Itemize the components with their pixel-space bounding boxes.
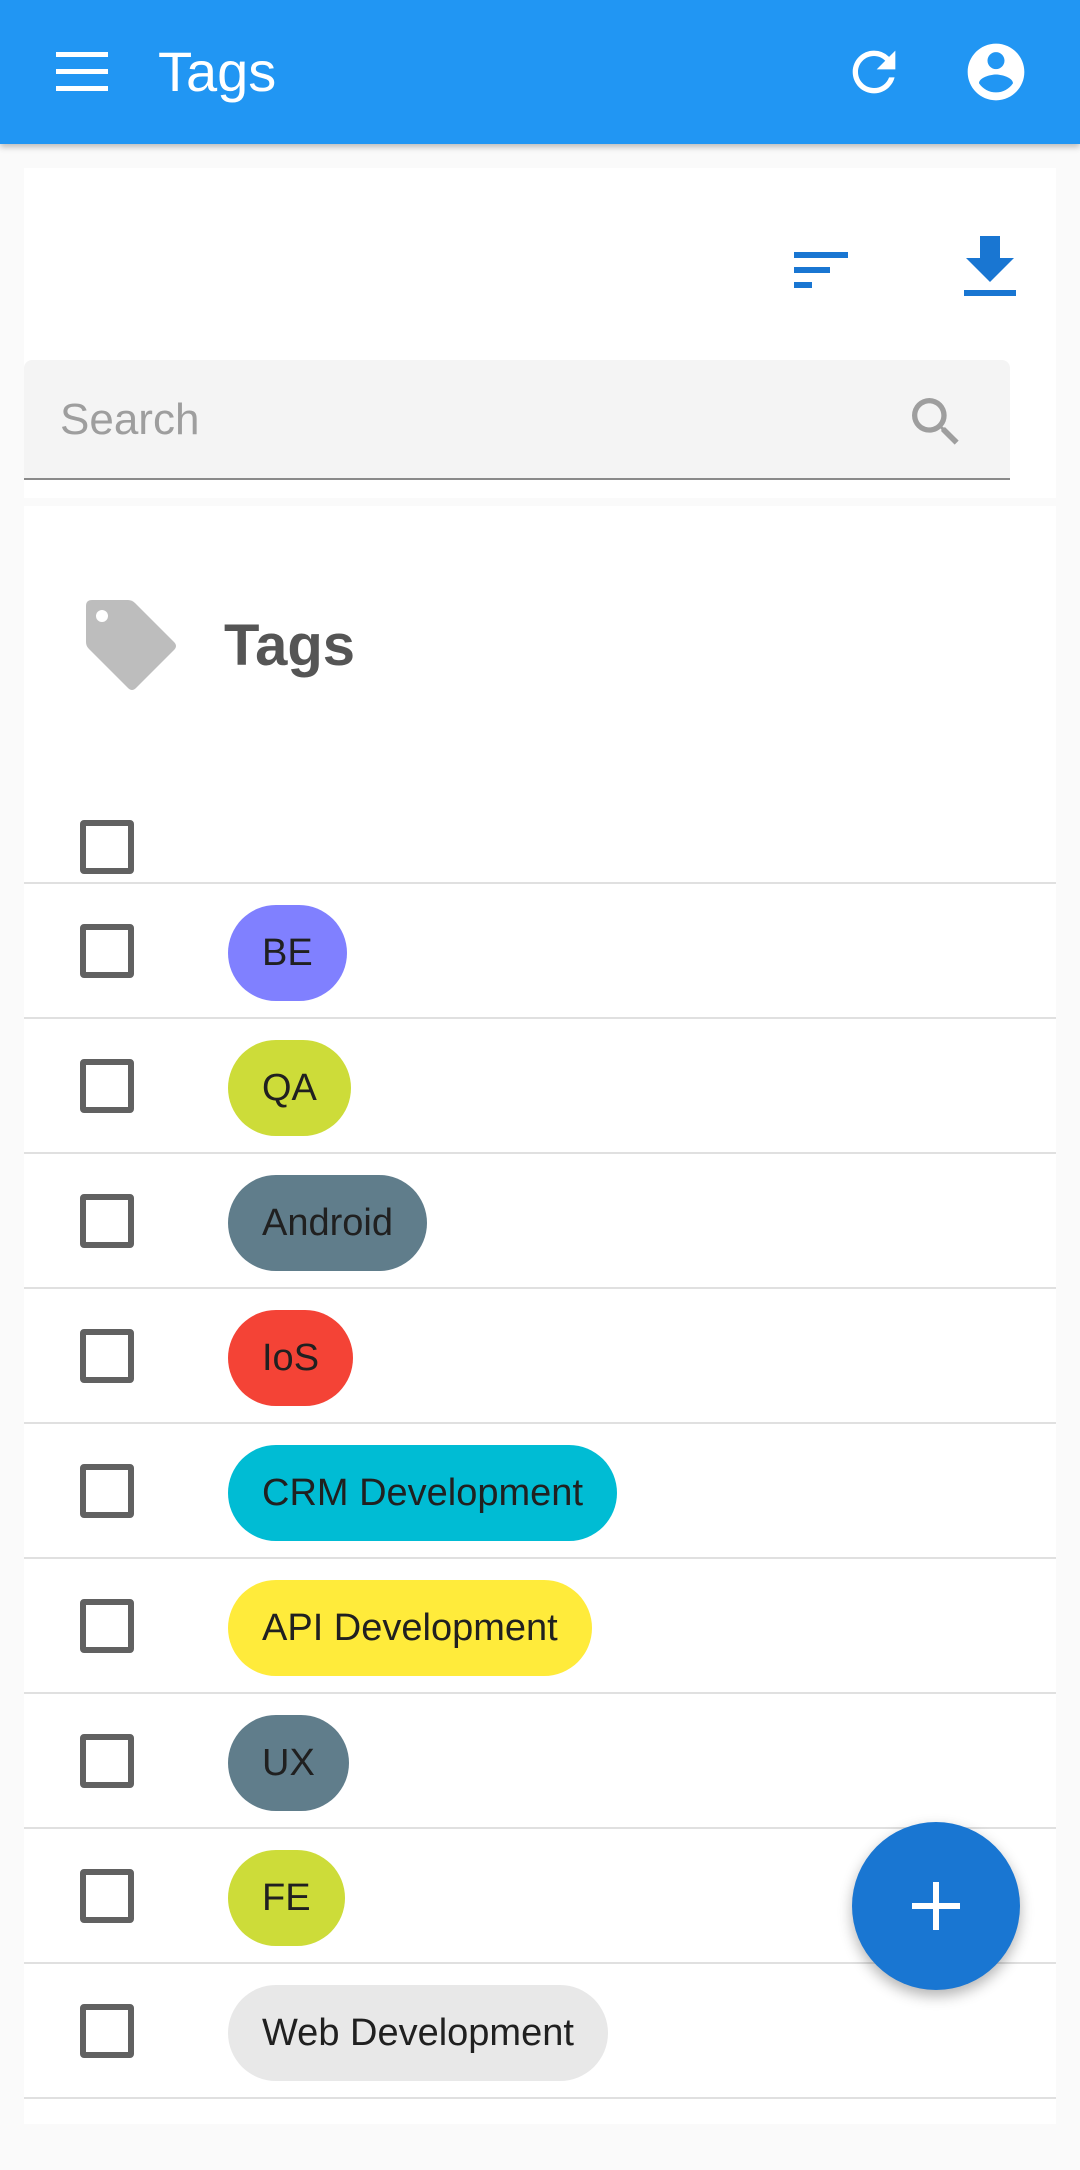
list-title: Tags (224, 613, 356, 678)
tag-chip[interactable]: BE (228, 905, 347, 1001)
table-row[interactable]: IoS (24, 1289, 1056, 1424)
row-checkbox[interactable] (80, 1869, 134, 1923)
download-icon[interactable] (958, 234, 1022, 300)
tag-chip[interactable]: Android (228, 1175, 427, 1271)
select-all-checkbox[interactable] (80, 820, 134, 874)
tag-chip[interactable]: QA (228, 1040, 351, 1136)
table-row[interactable]: UX (24, 1694, 1056, 1829)
tag-icon (80, 598, 180, 698)
row-checkbox[interactable] (80, 1194, 134, 1248)
table-row[interactable]: API Development (24, 1559, 1056, 1694)
row-checkbox[interactable] (80, 1734, 134, 1788)
select-all-row (24, 756, 1056, 884)
search-input[interactable] (60, 382, 880, 458)
refresh-icon[interactable] (842, 40, 906, 104)
menu-icon[interactable] (52, 48, 112, 96)
add-tag-button[interactable] (852, 1822, 1020, 1990)
tag-chip[interactable]: FE (228, 1850, 345, 1946)
tag-chip[interactable]: Web Development (228, 1985, 608, 2081)
app-bar: Tags (0, 0, 1080, 144)
row-checkbox[interactable] (80, 924, 134, 978)
tag-chip[interactable]: API Development (228, 1580, 592, 1676)
page-title: Tags (158, 40, 277, 103)
search-field (24, 360, 1010, 480)
account-circle-icon[interactable] (962, 38, 1030, 106)
row-checkbox[interactable] (80, 1464, 134, 1518)
row-checkbox[interactable] (80, 2004, 134, 2058)
sort-icon[interactable] (784, 240, 854, 300)
search-icon[interactable] (904, 390, 968, 454)
tag-chip[interactable]: UX (228, 1715, 349, 1811)
row-checkbox[interactable] (80, 1059, 134, 1113)
table-row[interactable]: Android (24, 1154, 1056, 1289)
plus-icon (912, 1882, 960, 1930)
row-checkbox[interactable] (80, 1329, 134, 1383)
table-row[interactable]: CRM Development (24, 1424, 1056, 1559)
table-row[interactable]: QA (24, 1019, 1056, 1154)
row-checkbox[interactable] (80, 1599, 134, 1653)
tag-chip[interactable]: CRM Development (228, 1445, 617, 1541)
table-row[interactable]: Web Development (24, 1964, 1056, 2099)
table-row[interactable]: BE (24, 884, 1056, 1019)
tag-chip[interactable]: IoS (228, 1310, 354, 1406)
